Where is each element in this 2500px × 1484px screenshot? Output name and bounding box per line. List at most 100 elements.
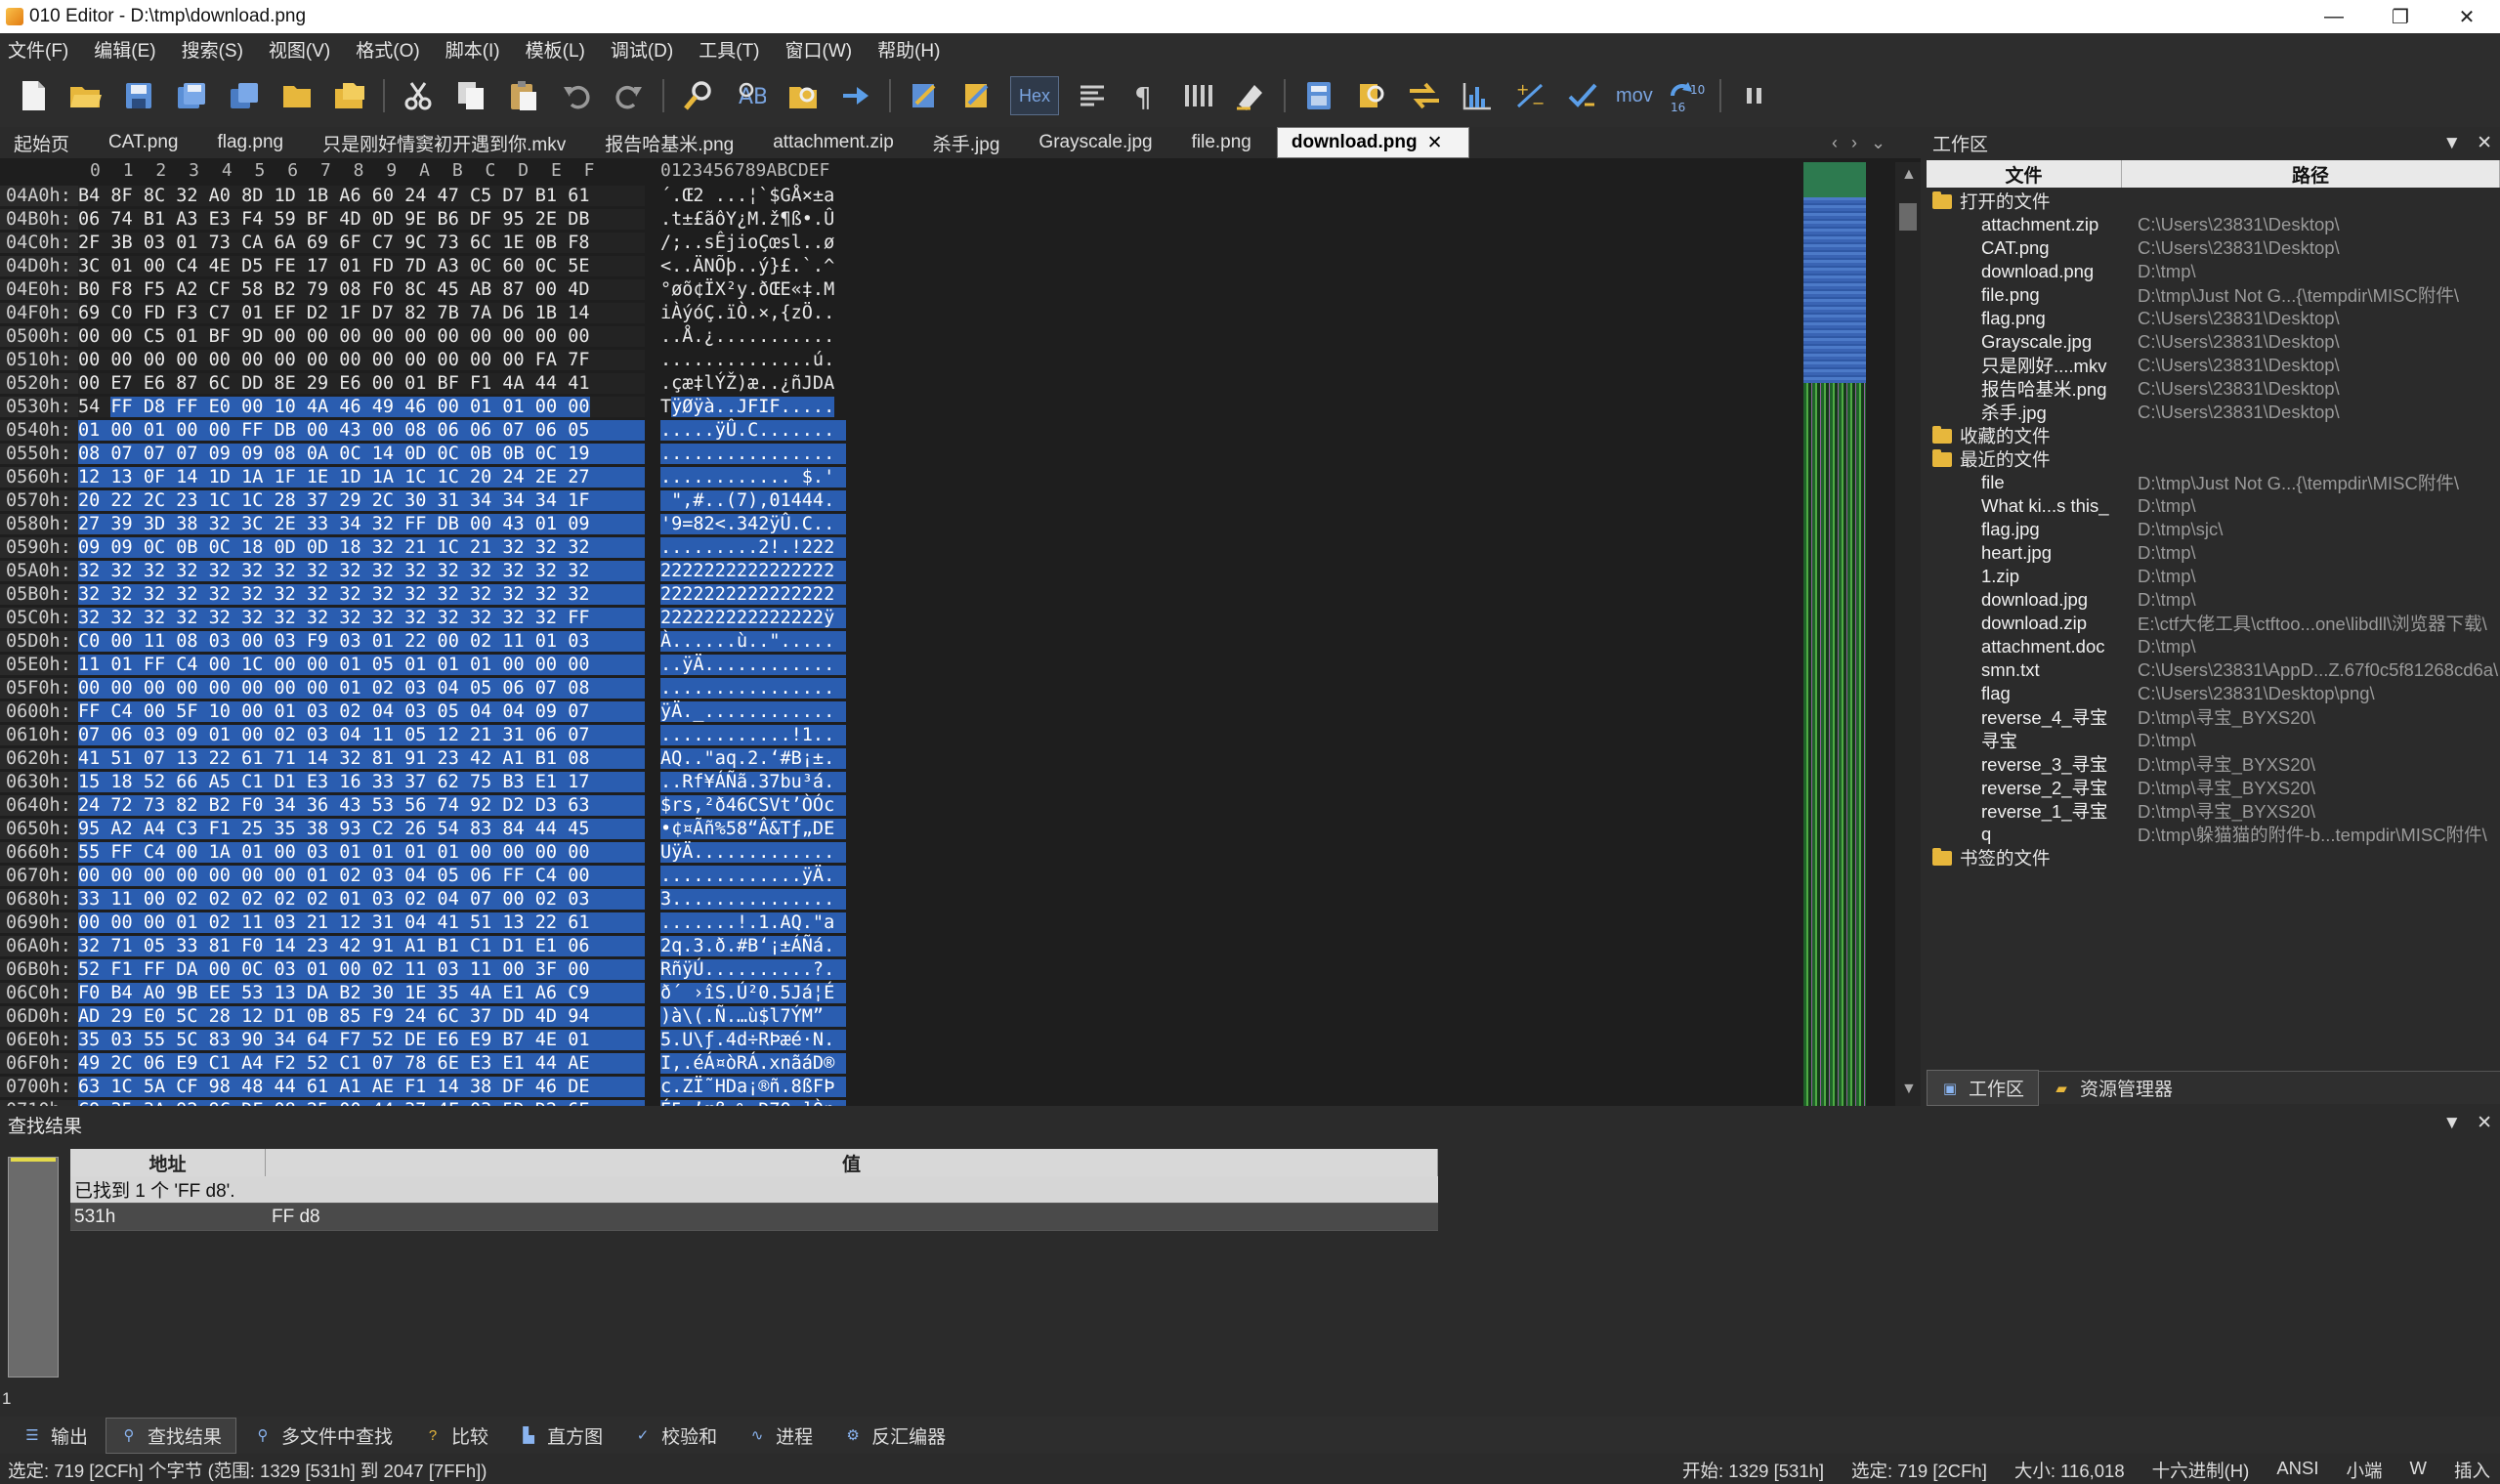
row-ascii[interactable]: 2222222222222222 — [660, 583, 846, 605]
run-script-icon[interactable] — [905, 76, 944, 115]
tab-disassembler[interactable]: ⚙ 反汇编器 — [830, 1419, 959, 1453]
compare-icon[interactable] — [1405, 76, 1444, 115]
workspace-file-item[interactable]: download.jpg D:\tmp\ — [1925, 588, 2500, 612]
row-hex-bytes[interactable]: 49 2C 06 E9 C1 A4 F2 52 C1 07 78 6E E3 E… — [78, 1052, 645, 1074]
row-hex-bytes[interactable]: C0 00 11 08 03 00 03 F9 03 01 22 00 02 1… — [78, 630, 645, 652]
row-hex-bytes[interactable]: 08 07 07 07 09 09 08 0A 0C 14 0D 0C 0B 0… — [78, 443, 645, 464]
workspace-file-item[interactable]: attachment.doc D:\tmp\ — [1925, 635, 2500, 658]
hex-row[interactable]: 06F0h: 49 2C 06 E9 C1 A4 F2 52 C1 07 78 6… — [0, 1051, 846, 1075]
hex-row[interactable]: 06D0h: AD 29 E0 5C 28 12 D1 0B 85 F9 24 6… — [0, 1004, 846, 1028]
save-all-icon[interactable] — [225, 76, 264, 115]
hex-row[interactable]: 0640h: 24 72 73 82 B2 F0 34 36 43 53 56 7… — [0, 793, 846, 817]
row-ascii[interactable]: ´.Œ2 ...¦`$GÅ×±a — [660, 186, 846, 206]
row-hex-bytes[interactable]: 55 FF C4 00 1A 01 00 03 01 01 01 01 00 0… — [78, 841, 645, 863]
row-hex-bytes[interactable]: 00 00 C5 01 BF 9D 00 00 00 00 00 00 00 0… — [78, 325, 645, 347]
row-hex-bytes[interactable]: B4 8F 8C 32 A0 8D 1D 1B A6 60 24 47 C5 D… — [78, 185, 645, 206]
row-ascii[interactable]: I,.éÁ¤òRÁ.xnãáD® — [660, 1052, 846, 1074]
tab-attachment-zip[interactable]: attachment.zip — [759, 127, 919, 158]
verify-icon[interactable] — [1563, 76, 1602, 115]
row-ascii[interactable]: ..............ú. — [660, 350, 846, 370]
redo-icon[interactable] — [610, 76, 649, 115]
hex-row[interactable]: 05C0h: 32 32 32 32 32 32 32 32 32 32 32 3… — [0, 606, 846, 629]
hex-mode-button[interactable]: Hex — [1010, 76, 1059, 115]
workspace-folder-icon[interactable] — [330, 76, 369, 115]
menu-file[interactable]: 文件(F) — [8, 36, 68, 63]
row-hex-bytes[interactable]: F0 B4 A0 9B EE 53 13 DA B2 30 1E 35 4A E… — [78, 982, 645, 1003]
row-hex-bytes[interactable]: 01 00 01 00 00 FF DB 00 43 00 08 06 06 0… — [78, 419, 645, 441]
panel-menu-icon[interactable]: ▼ — [2442, 133, 2461, 153]
workspace-file-item[interactable]: attachment.zip C:\Users\23831\Desktop\ — [1925, 213, 2500, 236]
row-hex-bytes[interactable]: 32 32 32 32 32 32 32 32 32 32 32 32 32 3… — [78, 560, 645, 581]
row-ascii[interactable]: c.ZÏ˜HDa¡®ñ.8ßFÞ — [660, 1076, 846, 1097]
row-hex-bytes[interactable]: 69 C0 FD F3 C7 01 EF D2 1F D7 82 7B 7A D… — [78, 302, 645, 323]
row-ascii[interactable]: 5.U\ƒ.4d÷RÞæé·N. — [660, 1029, 846, 1050]
pause-icon[interactable] — [1735, 76, 1774, 115]
tab-file-png[interactable]: file.png — [1178, 127, 1277, 158]
row-hex-bytes[interactable]: 35 03 55 5C 83 90 34 64 F7 52 DE E6 E9 B… — [78, 1029, 645, 1050]
goto-icon[interactable] — [836, 76, 875, 115]
save-icon[interactable] — [119, 76, 158, 115]
find-result-row[interactable]: 531h FF d8 — [70, 1204, 1438, 1231]
workspace-file-item[interactable]: 寻宝 D:\tmp\ — [1925, 729, 2500, 752]
row-ascii[interactable]: ................ — [660, 677, 846, 699]
workspace-file-item[interactable]: CAT.png C:\Users\23831\Desktop\ — [1925, 236, 2500, 260]
file-preview-bar[interactable] — [1803, 162, 1866, 1106]
close-tab-icon[interactable]: ✕ — [1427, 132, 1443, 154]
hex-row[interactable]: 05A0h: 32 32 32 32 32 32 32 32 32 32 32 3… — [0, 559, 846, 582]
menu-edit[interactable]: 编辑(E) — [94, 36, 155, 63]
row-ascii[interactable]: ..Rf¥ÁÑã.37bu³á. — [660, 771, 846, 792]
row-ascii[interactable]: ð´ ›îS.Ú²0.5Já¦É — [660, 982, 846, 1003]
row-ascii[interactable]: ............!1.. — [660, 724, 846, 745]
hex-row[interactable]: 04A0h: B4 8F 8C 32 A0 8D 1D 1B A6 60 24 4… — [0, 184, 846, 207]
row-ascii[interactable]: ­)à\(.Ñ.…ù$l7ÝM” — [660, 1005, 846, 1027]
hex-editor[interactable]: 0 1 2 3 4 5 6 7 8 9 A B C D E F 01234567… — [0, 158, 1921, 1106]
row-hex-bytes[interactable]: 00 00 00 01 02 11 03 21 12 31 04 41 51 1… — [78, 912, 645, 933]
row-hex-bytes[interactable]: AD 29 E0 5C 28 12 D1 0B 85 F9 24 6C 37 D… — [78, 1005, 645, 1027]
row-hex-bytes[interactable]: C9 35 3A 92 9C DF 08 25 00 44 37 4F 03 5… — [78, 1099, 645, 1106]
find-menu-icon[interactable]: ▼ — [2442, 1113, 2461, 1133]
workspace-file-item[interactable]: 报告哈基米.png C:\Users\23831\Desktop\ — [1925, 377, 2500, 401]
row-ascii[interactable]: 222222222222222ÿ — [660, 607, 846, 628]
row-hex-bytes[interactable]: 09 09 0C 0B 0C 18 0D 0D 18 32 21 1C 21 3… — [78, 536, 645, 558]
row-hex-bytes[interactable]: 33 11 00 02 02 02 02 02 01 03 02 04 07 0… — [78, 888, 645, 910]
tab-killer-jpg[interactable]: 杀手.jpg — [919, 127, 1026, 158]
paste-icon[interactable] — [504, 76, 543, 115]
tab-report-png[interactable]: 报告哈基米.png — [591, 127, 759, 158]
workspace-file-item[interactable]: reverse_3_寻宝 D:\tmp\寻宝_BYXS20\ — [1925, 752, 2500, 776]
workspace-group[interactable]: 书签的文件 — [1925, 846, 2500, 869]
row-ascii[interactable]: ",#..(7),01444. — [660, 489, 846, 511]
row-hex-bytes[interactable]: 95 A2 A4 C3 F1 25 35 38 93 C2 26 54 83 8… — [78, 818, 645, 839]
find-icon[interactable] — [678, 76, 717, 115]
hex-row[interactable]: 0580h: 27 39 3D 38 32 3C 2E 33 34 32 FF D… — [0, 512, 846, 535]
open-folder-icon[interactable] — [277, 76, 317, 115]
row-ascii[interactable]: 2q.3.ð.#B‘¡±ÁÑá. — [660, 935, 846, 956]
find-close-icon[interactable]: ✕ — [2477, 1113, 2492, 1133]
hex-row[interactable]: 06A0h: 32 71 05 33 81 F0 14 23 42 91 A1 B… — [0, 934, 846, 957]
menu-window[interactable]: 窗口(W) — [785, 36, 853, 63]
workspace-file-item[interactable]: file D:\tmp\Just Not G...{\tempdir\MISC附件… — [1925, 471, 2500, 494]
open-file-icon[interactable] — [66, 76, 106, 115]
row-hex-bytes[interactable]: 52 F1 FF DA 00 0C 03 01 00 02 11 03 11 0… — [78, 958, 645, 980]
tab-mkv[interactable]: 只是刚好情窦初开遇到你.mkv — [309, 127, 591, 158]
status-encoding[interactable]: ANSI — [2276, 1458, 2318, 1483]
workspace-file-item[interactable]: What ki...s this_ D:\tmp\ — [1925, 494, 2500, 518]
row-hex-bytes[interactable]: 41 51 07 13 22 61 71 14 32 81 91 23 42 A… — [78, 747, 645, 769]
col-path[interactable]: 路径 — [2122, 160, 2500, 188]
hex-row[interactable]: 0710h:C9 35 3A 92 9C DF 08 25 00 44 37 4… — [0, 1098, 846, 1106]
hex-row[interactable]: 06E0h: 35 03 55 5C 83 90 34 64 F7 52 DE E… — [0, 1028, 846, 1051]
menu-tools[interactable]: 工具(T) — [699, 36, 759, 63]
selected-chars[interactable]: ÿØÿà..JFIF..... — [671, 396, 835, 417]
workspace-group[interactable]: 最近的文件 — [1925, 447, 2500, 471]
menu-template[interactable]: 模板(L) — [526, 36, 585, 63]
workspace-file-item[interactable]: smn.txt C:\Users\23831\AppD...Z.67f0c5f81… — [1925, 658, 2500, 682]
row-ascii[interactable]: TÿØÿà..JFIF..... — [660, 396, 846, 417]
hex-row[interactable]: 0610h: 07 06 03 09 01 00 02 03 04 11 05 1… — [0, 723, 846, 746]
row-ascii[interactable]: <..ÄNÕþ..ý}£.`.^ — [660, 256, 846, 276]
hex-row[interactable]: 0570h: 20 22 2C 23 1C 1C 28 37 29 2C 30 3… — [0, 488, 846, 512]
row-hex-bytes[interactable]: 00 E7 E6 87 6C DD 8E 29 E6 00 01 BF F1 4… — [78, 372, 645, 394]
menu-debug[interactable]: 调试(D) — [611, 36, 673, 63]
row-hex-bytes[interactable]: 2F 3B 03 01 73 CA 6A 69 6F C7 9C 73 6C 1… — [78, 232, 645, 253]
hex-row[interactable]: 0650h: 95 A2 A4 C3 F1 25 35 38 93 C2 26 5… — [0, 817, 846, 840]
workspace-file-item[interactable]: 杀手.jpg C:\Users\23831\Desktop\ — [1925, 401, 2500, 424]
hex-row[interactable]: 0690h: 00 00 00 01 02 11 03 21 12 31 04 4… — [0, 911, 846, 934]
